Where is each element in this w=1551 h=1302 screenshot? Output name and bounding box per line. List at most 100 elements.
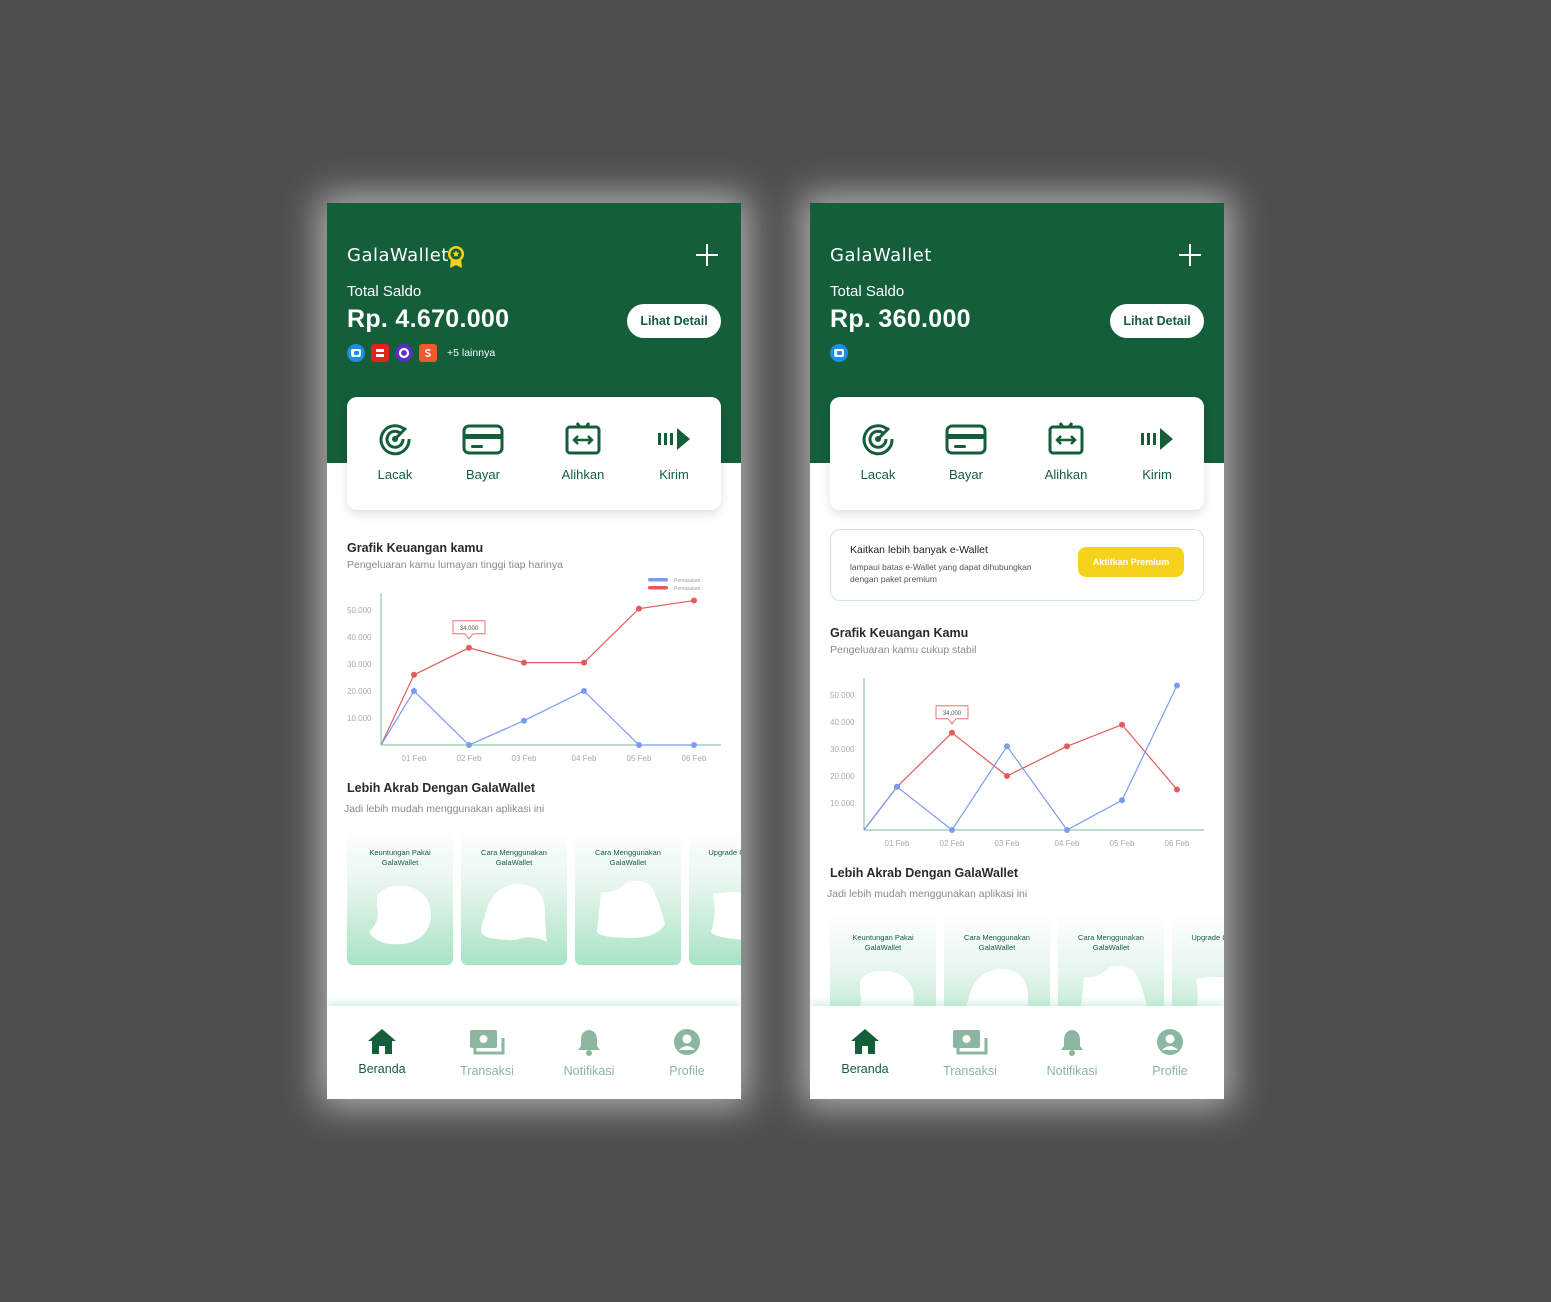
data-point [1064, 827, 1070, 833]
nav-transaksi[interactable]: Transaksi [442, 1028, 532, 1078]
nav-notifikasi[interactable]: Notifikasi [544, 1028, 634, 1078]
x-tick-label: 03 Feb [512, 754, 537, 763]
total-saldo-amount: Rp. 360.000 [830, 305, 971, 333]
lihat-detail-button[interactable]: Lihat Detail [1110, 304, 1204, 338]
action-kirim-label: Kirim [659, 467, 689, 482]
nav-beranda-label: Beranda [841, 1062, 889, 1076]
y-tick-label: 10.000 [347, 714, 372, 723]
action-bayar-label: Bayar [466, 467, 500, 482]
data-point [1119, 797, 1125, 804]
action-lacak-label: Lacak [860, 467, 896, 482]
data-point [1174, 786, 1180, 793]
tips-card[interactable]: Cara Menggunakan GalaWallet [461, 828, 567, 965]
ovo-wallet-icon [395, 344, 413, 362]
action-lacak[interactable]: Lacak [843, 421, 913, 482]
y-tick-label: 20.000 [347, 687, 372, 696]
nav-notifikasi[interactable]: Notifikasi [1027, 1028, 1117, 1078]
y-tick-label: 40.000 [830, 718, 855, 727]
nav-beranda[interactable]: Beranda [820, 1028, 910, 1076]
annotation-tooltip: 34.000 [452, 620, 486, 640]
money-icon [470, 1030, 505, 1055]
series-line-0 [863, 723, 1178, 831]
y-tick-label: 10.000 [830, 799, 855, 808]
nav-transaksi-label: Transaksi [460, 1064, 514, 1078]
add-icon[interactable] [1178, 243, 1202, 272]
action-alihkan[interactable]: Alihkan [1031, 421, 1101, 482]
nav-profile[interactable]: Profile [1125, 1028, 1215, 1078]
premium-badge-icon [446, 245, 466, 274]
action-alihkan-label: Alihkan [561, 467, 605, 482]
series-line-0 [380, 599, 695, 746]
legend: Pemasukan Pemasukan [648, 578, 701, 592]
data-point [581, 688, 587, 694]
data-point [1174, 682, 1180, 689]
action-lacak[interactable]: Lacak [360, 421, 430, 482]
x-tick-label: 01 Feb [885, 839, 910, 848]
bottom-nav: Beranda Transaksi Notifikasi Profile [810, 1006, 1224, 1099]
app-title: GalaWallet [830, 245, 932, 266]
data-point [1004, 773, 1010, 779]
finance-chart: 10.000 20.000 30.000 40.000 50.000 01 Feb 02 F… [830, 678, 1204, 848]
tips-card[interactable]: Upgrade GalaWallet [689, 828, 741, 965]
annotation-label: 34.000 [460, 626, 479, 632]
y-tick-label: 20.000 [830, 772, 855, 781]
y-tick-label: 50.000 [347, 606, 372, 615]
action-bayar[interactable]: Bayar [448, 421, 518, 482]
action-kirim[interactable]: Kirim [1122, 421, 1192, 482]
action-bayar-label: Bayar [949, 467, 983, 482]
legend-swatch-blue [648, 578, 668, 582]
send-icon [658, 428, 690, 450]
data-point [949, 729, 955, 736]
section-subtitle: Jadi lebih mudah menggunakan aplikasi in… [344, 803, 545, 815]
nav-profile-label: Profile [669, 1064, 705, 1078]
bottom-nav: Beranda Transaksi Notifikasi Profile [327, 1006, 741, 1099]
phone-screen-premium: GalaWallet Total Saldo Rp. 4.670.000 Lih… [327, 203, 741, 1099]
action-lacak-label: Lacak [377, 467, 413, 482]
aktifkan-premium-button[interactable]: Aktifkan Premium [1078, 547, 1184, 577]
tips-card[interactable]: Cara Menggunakan GalaWallet [575, 828, 681, 965]
nav-transaksi[interactable]: Transaksi [925, 1028, 1015, 1078]
section-title: Lebih Akrab Dengan GalaWallet [830, 866, 1019, 880]
action-alihkan[interactable]: Alihkan [548, 421, 618, 482]
bell-icon [1061, 1030, 1083, 1056]
action-alihkan-label: Alihkan [1044, 467, 1088, 482]
add-icon[interactable] [695, 243, 719, 272]
premium-title: Kaitkan lebih banyak e-Wallet [850, 544, 988, 556]
tips-carousel[interactable]: Keuntungan Pakai GalaWallet Cara Menggun… [347, 828, 741, 965]
linkaja-wallet-icon [371, 344, 389, 362]
x-tick-label: 02 Feb [940, 839, 965, 848]
lihat-detail-button[interactable]: Lihat Detail [627, 304, 721, 338]
data-point [691, 597, 697, 604]
linked-wallets[interactable]: +5 lainnya [347, 344, 495, 362]
premium-description: lampaui batas e-Wallet yang dapat dihubu… [850, 562, 1032, 584]
chart-title: Grafik Keuangan Kamu [830, 626, 969, 640]
data-point [1119, 721, 1125, 728]
blob-illustration [369, 885, 431, 945]
send-icon [1141, 428, 1173, 450]
nav-notifikasi-label: Notifikasi [1046, 1064, 1098, 1078]
x-tick-label: 02 Feb [457, 754, 482, 763]
nav-beranda[interactable]: Beranda [337, 1028, 427, 1076]
y-tick-label: 50.000 [830, 691, 855, 700]
total-saldo-label: Total Saldo [347, 283, 422, 300]
chart-subtitle: Pengeluaran kamu cukup stabil [830, 644, 977, 656]
transfer-icon [1048, 422, 1084, 455]
app-title: GalaWallet [347, 245, 449, 266]
blob-illustration [481, 884, 547, 942]
x-tick-label: 06 Feb [682, 754, 707, 763]
total-saldo-amount: Rp. 4.670.000 [347, 305, 510, 333]
blob-illustration [597, 880, 665, 938]
finance-chart: Pemasukan Pemasukan 10.000 20.000 30.000 40… [347, 578, 721, 763]
chart-subtitle: Pengeluaran kamu lumayan tinggi tiap har… [347, 559, 563, 571]
action-kirim[interactable]: Kirim [639, 421, 709, 482]
linked-wallets[interactable] [830, 344, 848, 362]
money-icon [953, 1030, 988, 1055]
tips-card[interactable]: Keuntungan Pakai GalaWallet [347, 828, 453, 965]
card-icon [945, 424, 987, 455]
nav-profile[interactable]: Profile [642, 1028, 732, 1078]
data-point [581, 659, 587, 666]
legend-label-red: Pemasukan [674, 586, 701, 592]
action-bayar[interactable]: Bayar [931, 421, 1001, 482]
annotation-tooltip: 34.000 [935, 705, 969, 725]
nav-notifikasi-label: Notifikasi [563, 1064, 615, 1078]
